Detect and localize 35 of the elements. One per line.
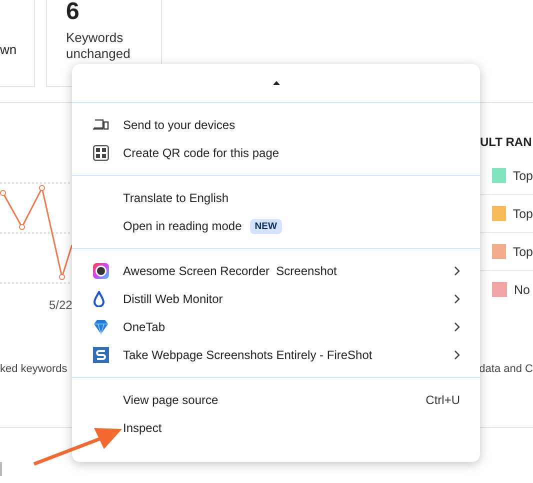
chevron-right-icon xyxy=(454,294,460,304)
menu-item[interactable]: Open in reading mode NEW xyxy=(72,212,480,240)
scroll-up-icon[interactable] xyxy=(272,81,280,85)
axis-label: 5/22 xyxy=(49,298,72,312)
menu-item[interactable]: Inspect xyxy=(72,414,480,442)
menu-item[interactable]: View page source Ctrl+U xyxy=(72,386,480,414)
legend-label: Top xyxy=(512,168,533,182)
s-logo-icon xyxy=(93,347,109,363)
tick-mark xyxy=(0,462,2,476)
legend-label: Top xyxy=(512,206,533,220)
shortcut-text: Ctrl+U xyxy=(426,393,460,407)
new-badge: NEW xyxy=(250,218,282,234)
water-drop-icon xyxy=(93,291,105,307)
menu-item[interactable]: Send to your devices xyxy=(72,111,480,139)
menu-item[interactable]: OneTab xyxy=(72,313,480,341)
chevron-right-icon xyxy=(454,322,460,332)
menu-item[interactable]: Distill Web Monitor xyxy=(72,285,480,313)
chevron-right-icon xyxy=(454,350,460,360)
qr-code-icon xyxy=(93,145,109,161)
diamond-icon xyxy=(93,319,109,335)
menu-item[interactable]: Take Webpage Screenshots Entirely - FireShot xyxy=(72,341,480,369)
legend-label: No xyxy=(514,282,530,296)
menu-item[interactable]: Translate to English xyxy=(72,184,480,212)
footnote-text: ked keywords xyxy=(0,363,68,377)
legend-title: ULT RAN xyxy=(480,135,533,151)
stat-label: Keywords unchanged xyxy=(66,30,132,62)
legend-label: Top xyxy=(512,244,533,258)
footnote-text: data and C xyxy=(479,363,533,377)
stat-label: wn xyxy=(0,42,18,57)
devices-icon xyxy=(93,119,109,131)
menu-item[interactable]: Awesome Screen Recorder Screenshot xyxy=(72,257,480,285)
camera-lens-icon xyxy=(93,263,109,279)
chevron-right-icon xyxy=(454,266,460,276)
menu-item[interactable]: Create QR code for this page xyxy=(72,139,480,167)
stat-value: 6 xyxy=(66,0,80,24)
